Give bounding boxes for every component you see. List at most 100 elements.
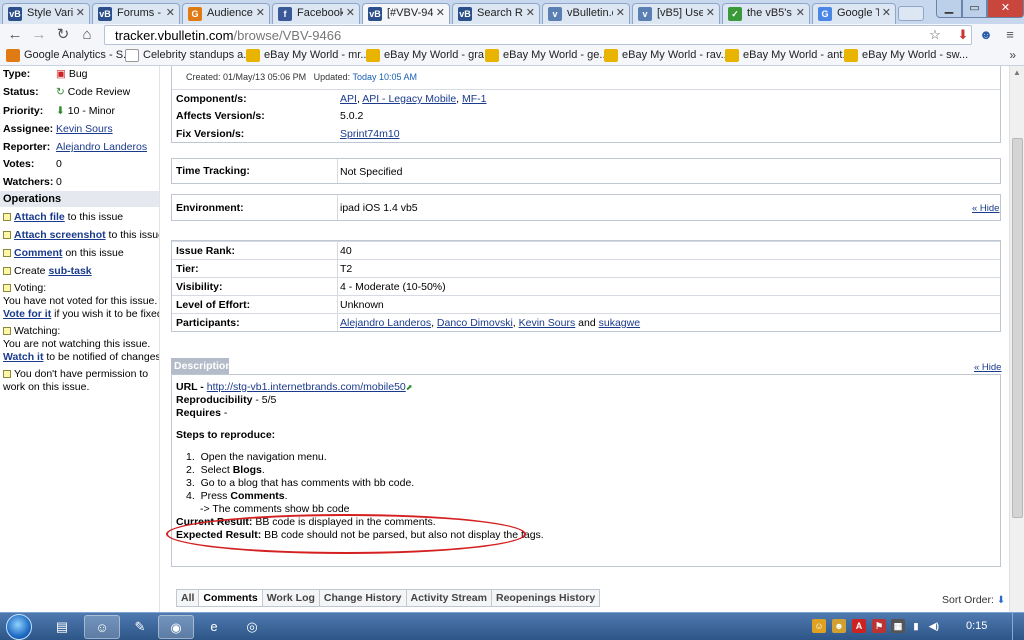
bookmark-item[interactable]: eBay My World - rav... <box>604 49 730 62</box>
close-tab-icon[interactable]: ✕ <box>796 6 805 19</box>
ie-icon[interactable]: e <box>196 615 232 639</box>
close-tab-icon[interactable]: ✕ <box>346 6 355 19</box>
tools-icon[interactable]: ✎ <box>122 615 158 639</box>
watch-link[interactable]: Watch it <box>3 351 43 363</box>
description-hide-link[interactable]: « Hide <box>974 362 1001 373</box>
checkmark-favicon-icon: ✓ <box>728 7 742 21</box>
browser-tab[interactable]: v [vB5] User ✕ <box>632 3 720 24</box>
tray-icon[interactable]: ☻ <box>832 619 846 633</box>
tray-volume-icon[interactable]: ◀) <box>927 619 941 633</box>
browser-tab[interactable]: ✓ the vB5's d ✕ <box>722 3 810 24</box>
browser-tab[interactable]: vB Style Varia ✕ <box>2 3 90 24</box>
tab-reopenings-history[interactable]: Reopenings History <box>492 590 599 606</box>
tab-change-history[interactable]: Change History <box>320 590 407 606</box>
scroll-up-icon[interactable]: ▲ <box>1013 68 1021 77</box>
browser-tab[interactable]: G Google Tr ✕ <box>812 3 896 24</box>
attach-screenshot-link[interactable]: Attach screenshot <box>14 229 106 241</box>
minimize-window-button[interactable]: ▁ <box>936 0 962 18</box>
messenger-icon[interactable]: ☺ <box>84 615 120 639</box>
browser-tab[interactable]: G Audience ✕ <box>182 3 270 24</box>
address-bar[interactable]: tracker.vbulletin.com/browse/VBV-9466 <box>104 25 972 45</box>
tray-printer-icon[interactable]: ▦ <box>891 619 905 633</box>
browser-tab[interactable]: v vBulletin.c ✕ <box>542 3 630 24</box>
url-link[interactable]: http://stg-vb1.internetbrands.com/mobile… <box>207 381 406 393</box>
fix-version-link[interactable]: Sprint74m10 <box>340 128 400 140</box>
bookmark-item[interactable]: eBay My World - gra... <box>366 49 493 62</box>
extension-icon[interactable]: ⬇ <box>955 27 971 43</box>
close-tab-icon[interactable]: ✕ <box>76 6 85 19</box>
page-scrollbar[interactable]: ▲ <box>1009 66 1024 612</box>
close-tab-icon[interactable]: ✕ <box>706 6 715 19</box>
start-button[interactable] <box>6 614 32 640</box>
close-tab-icon[interactable]: ✕ <box>882 6 891 19</box>
url-line: URL - http://stg-vb1.internetbrands.com/… <box>176 381 412 393</box>
browser-tab[interactable]: vB Search Res ✕ <box>452 3 540 24</box>
ebay-icon <box>246 49 260 62</box>
bookmark-item[interactable]: Celebrity standups a... <box>125 49 252 62</box>
watching-label: Watching <box>14 325 58 337</box>
participant-link[interactable]: Alejandro Landeros <box>340 317 431 329</box>
tray-network-icon[interactable]: ▮ <box>909 619 923 633</box>
reporter-link[interactable]: Alejandro Landeros <box>56 141 147 153</box>
close-tab-icon[interactable]: ✕ <box>616 6 625 19</box>
tab-all[interactable]: All <box>177 590 200 606</box>
participant-link[interactable]: Danco Dimovski <box>437 317 513 329</box>
participant-link[interactable]: Kevin Sours <box>519 317 576 329</box>
sort-arrow-icon[interactable]: ⬇ <box>997 595 1005 606</box>
attach-file-link[interactable]: Attach file <box>14 211 65 223</box>
bookmark-item[interactable]: eBay My World - ge... <box>485 49 609 62</box>
environment-hide-link[interactable]: « Hide <box>972 203 999 214</box>
component-link[interactable]: API - Legacy Mobile <box>362 93 456 105</box>
close-tab-icon[interactable]: ✕ <box>526 6 535 19</box>
close-tab-icon[interactable]: ✕ <box>436 6 445 19</box>
show-desktop-button[interactable] <box>1012 613 1024 640</box>
tray-messenger-icon[interactable]: ☺ <box>812 619 826 633</box>
participant-link[interactable]: sukagwe <box>599 317 640 329</box>
chrome-icon[interactable]: ◉ <box>158 615 194 639</box>
home-icon[interactable]: ⌂ <box>78 26 96 44</box>
new-tab-button[interactable] <box>898 6 924 21</box>
url-label: URL - <box>176 381 207 393</box>
bookmark-item[interactable]: eBay My World - sw... <box>844 49 968 62</box>
watchers-value: 0 <box>56 176 62 188</box>
bookmarks-overflow-icon[interactable]: » <box>1009 48 1016 62</box>
op-text: Create <box>14 265 49 277</box>
menu-icon[interactable]: ≡ <box>1002 27 1018 43</box>
tray-security-icon[interactable]: ⚑ <box>872 619 886 633</box>
comment-link[interactable]: Comment <box>14 247 62 259</box>
component-link[interactable]: API <box>340 93 357 105</box>
forward-arrow-icon[interactable]: → <box>30 26 48 44</box>
time-tracking-box: Time Tracking: Not Specified <box>171 158 1001 184</box>
maximize-window-button[interactable]: ▭ <box>962 0 987 18</box>
red-highlight-ellipse <box>166 514 526 554</box>
explorer-icon[interactable]: ▤ <box>44 615 80 639</box>
bookmark-item[interactable]: eBay My World - mr... <box>246 49 370 62</box>
description-tab[interactable]: Description <box>171 358 232 374</box>
watching-text: You are not watching this issue. <box>3 338 151 350</box>
vote-link[interactable]: Vote for it <box>3 308 51 320</box>
back-arrow-icon[interactable]: ← <box>6 26 24 44</box>
app-icon[interactable]: ◎ <box>234 615 270 639</box>
tray-adobe-icon[interactable]: A <box>852 619 866 633</box>
scrollbar-thumb[interactable] <box>1012 138 1023 518</box>
page-icon <box>125 49 139 62</box>
reload-icon[interactable]: ↻ <box>54 26 72 44</box>
subtask-link[interactable]: sub-task <box>48 265 91 277</box>
close-tab-icon[interactable]: ✕ <box>166 6 175 19</box>
tab-activity-stream[interactable]: Activity Stream <box>407 590 492 606</box>
profile-icon[interactable]: ☻ <box>978 27 994 43</box>
browser-tab[interactable]: vB Forums - U ✕ <box>92 3 180 24</box>
close-tab-icon[interactable]: ✕ <box>256 6 265 19</box>
bookmark-item[interactable]: eBay My World - ant... <box>725 49 852 62</box>
taskbar-clock[interactable]: 0:15 <box>966 620 987 632</box>
assignee-link[interactable]: Kevin Sours <box>56 123 113 135</box>
bookmark-item[interactable]: Google Analytics - S... <box>6 49 132 62</box>
tab-comments[interactable]: Comments <box>199 590 263 606</box>
bookmark-star-icon[interactable]: ☆ <box>927 27 943 43</box>
tab-work-log[interactable]: Work Log <box>263 590 320 606</box>
browser-tab-active[interactable]: vB [#VBV-946 ✕ <box>362 3 450 24</box>
sort-order-control[interactable]: Sort Order: ⬇ <box>942 594 1005 606</box>
browser-tab[interactable]: f Facebook ✕ <box>272 3 360 24</box>
close-window-button[interactable]: ✕ <box>987 0 1024 18</box>
component-link[interactable]: MF-1 <box>462 93 487 105</box>
